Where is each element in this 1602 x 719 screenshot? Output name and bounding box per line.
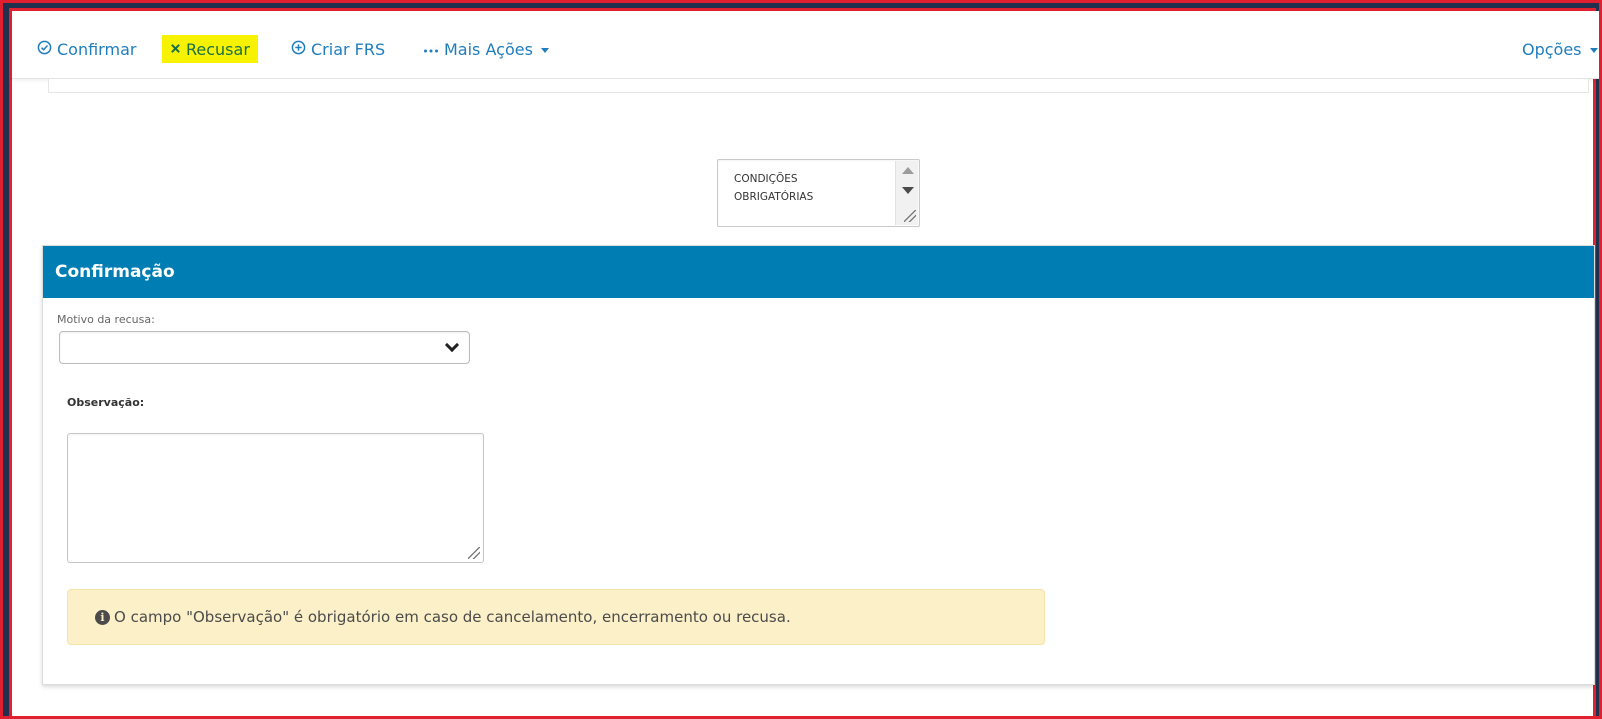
- chevron-down-icon: [444, 337, 460, 353]
- window-top-border: [3, 3, 1599, 11]
- confirm-button[interactable]: Confirmar: [37, 35, 136, 63]
- options-dropdown[interactable]: Opções: [1522, 35, 1598, 63]
- options-label: Opções: [1522, 39, 1582, 59]
- create-frs-button-label: Criar FRS: [311, 39, 386, 59]
- create-frs-button[interactable]: Criar FRS: [291, 35, 385, 63]
- info-circle-icon: i: [95, 609, 110, 625]
- app-window: Confirmar Recusar Criar FRS Mais Ações O…: [0, 0, 1602, 719]
- refusal-reason-label: Motivo da recusa:: [57, 313, 155, 326]
- resize-grip-icon[interactable]: [904, 210, 916, 222]
- conditions-text: CONDIÇÕES OBRIGATÓRIAS: [734, 173, 814, 203]
- resize-grip-icon[interactable]: [468, 547, 480, 559]
- window-left-border: [3, 3, 12, 716]
- plus-circle-icon: [291, 40, 306, 58]
- observation-label: Observação:: [67, 396, 145, 409]
- ellipsis-icon: [423, 42, 439, 57]
- more-actions-dropdown[interactable]: Mais Ações: [423, 35, 549, 63]
- required-field-alert: i O campo "Observação" é obrigatório em …: [67, 589, 1045, 645]
- confirm-button-label: Confirmar: [57, 39, 137, 59]
- conditions-scrollbar[interactable]: [895, 161, 918, 225]
- panel-title: Confirmação: [43, 246, 1594, 298]
- more-actions-label: Mais Ações: [444, 39, 533, 59]
- conditions-textarea[interactable]: CONDIÇÕES OBRIGATÓRIAS: [717, 159, 920, 227]
- refusal-reason-select[interactable]: [59, 331, 470, 364]
- confirmation-panel: Confirmação Motivo da recusa: Observação…: [42, 245, 1595, 685]
- scroll-down-arrow-icon[interactable]: [902, 187, 914, 194]
- caret-down-icon: [540, 47, 549, 53]
- alert-text: O campo "Observação" é obrigatório em ca…: [114, 608, 791, 626]
- refuse-button[interactable]: Recusar: [162, 35, 258, 63]
- observation-textarea[interactable]: [67, 433, 484, 563]
- x-icon: [170, 42, 181, 57]
- upper-section-box: [48, 79, 1589, 93]
- refuse-button-label: Recusar: [186, 39, 250, 59]
- check-circle-icon: [37, 40, 52, 58]
- caret-down-icon: [1589, 47, 1598, 53]
- scroll-up-arrow-icon[interactable]: [902, 167, 914, 174]
- action-toolbar: Confirmar Recusar Criar FRS Mais Ações O…: [12, 11, 1599, 79]
